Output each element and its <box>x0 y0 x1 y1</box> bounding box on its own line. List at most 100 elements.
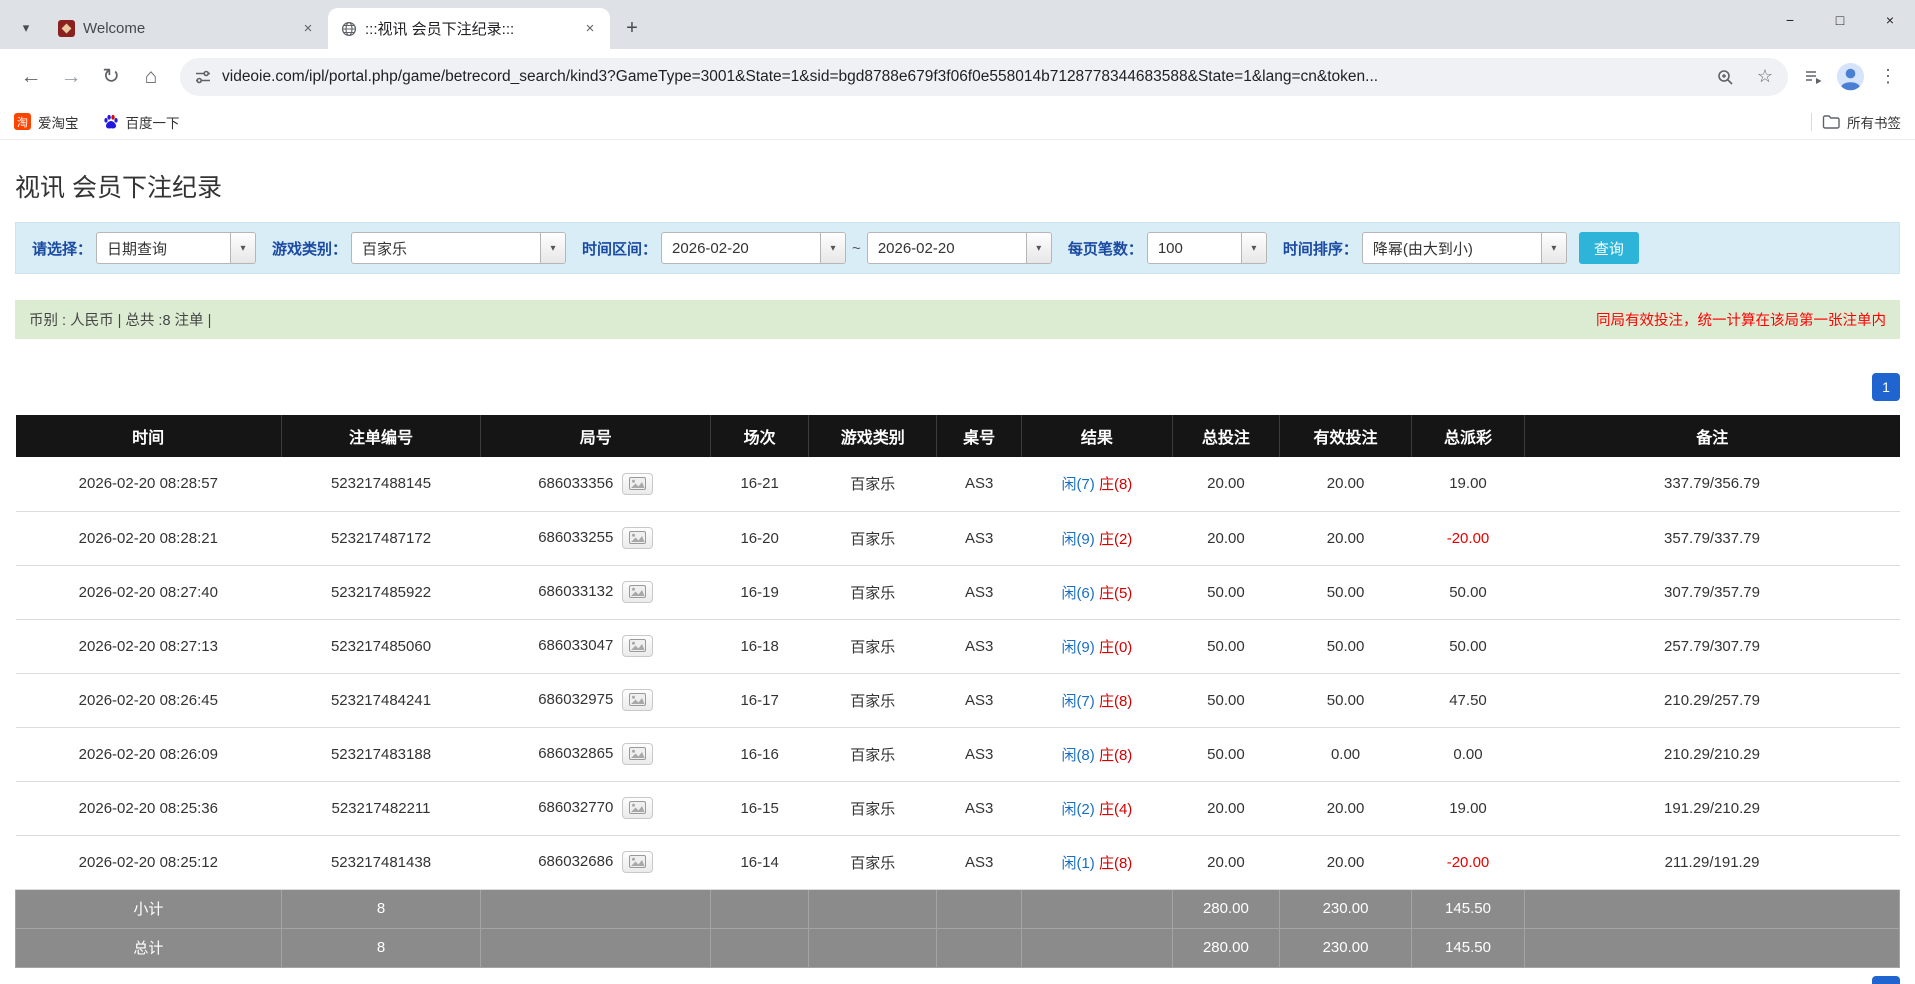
chevron-down-icon[interactable]: ▾ <box>540 233 566 263</box>
cell-total-bet-link[interactable]: 20.00 <box>1172 511 1280 566</box>
chevron-down-icon[interactable]: ▾ <box>1540 233 1566 263</box>
game-type-select[interactable]: 百家乐 ▾ <box>351 232 567 264</box>
cell-session: 16-19 <box>710 565 809 620</box>
round-detail-button[interactable] <box>622 797 654 819</box>
page-number-button[interactable]: 1 <box>1872 975 1900 984</box>
sort-select[interactable]: 降幂(由大到小) ▾ <box>1361 232 1567 264</box>
cell-total-bet-link[interactable]: 50.00 <box>1172 673 1280 728</box>
chevron-down-icon[interactable]: ▾ <box>230 233 256 263</box>
close-button[interactable]: × <box>1865 0 1915 40</box>
site-info-icon[interactable] <box>194 68 212 86</box>
address-bar[interactable]: videoie.com/ipl/portal.php/game/betrecor… <box>180 57 1788 96</box>
profile-avatar[interactable] <box>1836 62 1865 91</box>
cell-total-bet-link[interactable]: 20.00 <box>1172 835 1280 890</box>
cell-note: 211.29/191.29 <box>1524 835 1900 890</box>
subtotal-row: 小计 8 280.00 230.00 145.50 <box>15 888 1900 929</box>
bookmarks-right: 所有书签 <box>1811 112 1901 132</box>
chevron-down-icon[interactable]: ▾ <box>1025 233 1051 263</box>
minimize-button[interactable]: − <box>1765 0 1815 40</box>
bookmark-label: 爱淘宝 <box>38 115 79 131</box>
maximize-button[interactable]: □ <box>1815 0 1865 40</box>
cell-note: 257.79/307.79 <box>1524 619 1900 674</box>
tab-close-icon[interactable]: × <box>298 19 318 39</box>
cell-bet-id: 523217485060 <box>281 619 481 674</box>
table-row: 2026-02-20 08:28:57 523217488145 686033356… <box>15 457 1900 512</box>
result-banker: 庄(8) <box>1098 854 1133 872</box>
cell-valid-bet: 0.00 <box>1279 727 1412 782</box>
cell-table-no: AS3 <box>936 781 1022 836</box>
refresh-button[interactable]: ↻ <box>92 58 130 96</box>
bookmark-star-icon[interactable]: ☆ <box>1750 62 1780 92</box>
globe-favicon-icon <box>340 20 357 37</box>
back-button[interactable]: ← <box>12 58 50 96</box>
cell-round-id: 686033047 <box>480 619 711 674</box>
cell-empty <box>1021 927 1173 968</box>
cell-payout: 145.50 <box>1410 888 1526 929</box>
cell-total-bet-link[interactable]: 50.00 <box>1172 619 1280 674</box>
tab-close-icon[interactable]: × <box>580 19 600 39</box>
currency-summary: 币别 : 人民币 | 总共 :8 注单 | <box>29 313 212 329</box>
home-button[interactable]: ⌂ <box>132 58 170 96</box>
query-type-value: 日期查询 <box>107 240 168 258</box>
round-detail-button[interactable] <box>622 851 654 873</box>
cell-bet-id: 523217487172 <box>281 511 481 566</box>
all-bookmarks-button[interactable]: 所有书签 <box>1822 112 1901 132</box>
cell-payout: 0.00 <box>1411 727 1525 782</box>
round-detail-button[interactable] <box>622 581 654 603</box>
cell-total-bet-link[interactable]: 20.00 <box>1172 781 1280 836</box>
new-tab-button[interactable]: + <box>616 12 648 44</box>
search-button[interactable]: 查询 <box>1578 232 1639 264</box>
page-number-button[interactable]: 1 <box>1872 373 1900 401</box>
cell-payout: -20.00 <box>1411 511 1525 566</box>
round-detail-button[interactable] <box>622 635 654 657</box>
column-header: 总投注 <box>1172 415 1281 457</box>
bookmark-aitaobao[interactable]: 淘 爱淘宝 <box>14 112 79 132</box>
cell-total-bet-link[interactable]: 20.00 <box>1172 457 1280 512</box>
bookmark-baidu[interactable]: 百度一下 <box>103 112 180 132</box>
cell-total-bet-link[interactable]: 50.00 <box>1172 727 1280 782</box>
cell-table-no: AS3 <box>936 673 1022 728</box>
cell-label: 小计 <box>15 888 282 929</box>
cell-result: 闲(2) 庄(4) <box>1021 781 1173 836</box>
tab-welcome[interactable]: Welcome × <box>46 8 328 49</box>
url-text[interactable]: videoie.com/ipl/portal.php/game/betrecor… <box>222 68 1700 86</box>
chevron-down-icon[interactable]: ▾ <box>1240 233 1266 263</box>
cell-valid-bet: 20.00 <box>1279 511 1412 566</box>
result-banker: 庄(4) <box>1098 800 1133 818</box>
cell-payout: 19.00 <box>1411 781 1525 836</box>
column-header: 结果 <box>1021 415 1173 457</box>
menu-kebab-icon[interactable]: ⋮ <box>1873 62 1903 92</box>
date-to-select[interactable]: 2026-02-20 ▾ <box>866 232 1052 264</box>
cell-total-bet-link[interactable]: 50.00 <box>1172 565 1280 620</box>
cell-result: 闲(8) 庄(8) <box>1021 727 1173 782</box>
cell-empty <box>480 927 712 968</box>
cell-round-id: 686032975 <box>480 673 711 728</box>
media-controls-icon[interactable] <box>1798 62 1828 92</box>
sort-value: 降幂(由大到小) <box>1372 240 1473 258</box>
forward-button[interactable]: → <box>52 58 90 96</box>
cell-result: 闲(9) 庄(2) <box>1021 511 1173 566</box>
query-type-select[interactable]: 日期查询 ▾ <box>96 232 257 264</box>
round-detail-button[interactable] <box>622 472 654 495</box>
column-header: 游戏类别 <box>808 415 938 457</box>
cell-round-id: 686033356 <box>480 457 711 512</box>
result-banker: 庄(8) <box>1098 746 1133 764</box>
cell-time: 2026-02-20 08:25:12 <box>15 835 282 890</box>
tab-betrecord[interactable]: :::视讯 会员下注纪录::: × <box>328 8 610 49</box>
cell-note: 307.79/357.79 <box>1524 565 1900 620</box>
cell-game-type: 百家乐 <box>808 511 937 566</box>
round-detail-button[interactable] <box>622 527 654 549</box>
date-from-select[interactable]: 2026-02-20 ▾ <box>661 232 847 264</box>
tab-search-button[interactable]: ▾ <box>10 12 42 44</box>
round-id-text: 686032686 <box>538 852 614 870</box>
zoom-icon[interactable] <box>1710 62 1740 92</box>
cell-table-no: AS3 <box>936 511 1022 566</box>
per-page-select[interactable]: 100 ▾ <box>1146 232 1267 264</box>
cell-bet-id: 523217483188 <box>281 727 481 782</box>
cell-valid-bet: 20.00 <box>1279 835 1412 890</box>
round-detail-button[interactable] <box>622 743 654 765</box>
round-detail-button[interactable] <box>622 689 654 711</box>
table-row: 2026-02-20 08:26:09 523217483188 686032865… <box>15 727 1900 782</box>
cell-result: 闲(6) 庄(5) <box>1021 565 1173 620</box>
chevron-down-icon[interactable]: ▾ <box>820 233 846 263</box>
